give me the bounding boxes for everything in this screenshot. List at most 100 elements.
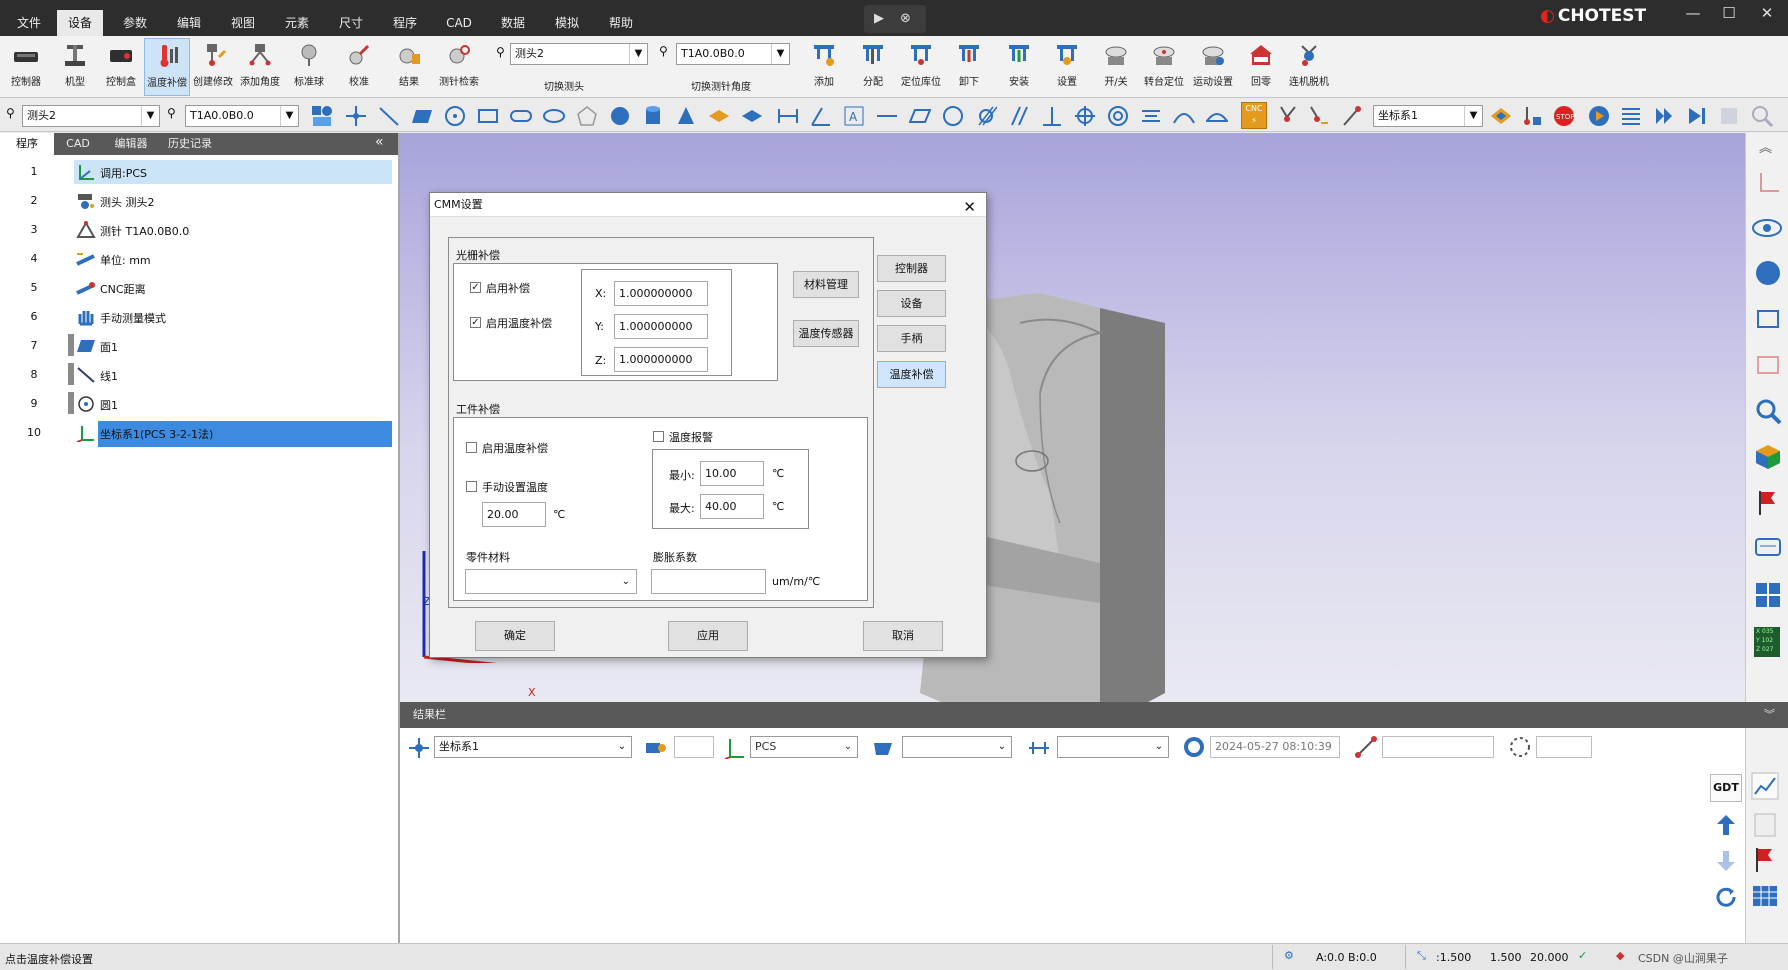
program-row[interactable]: 5 CNC距离 xyxy=(0,274,398,302)
menu-simulate[interactable]: 模拟 xyxy=(544,0,590,36)
gdt-button[interactable]: GDT xyxy=(1710,774,1742,802)
cursor-icon[interactable]: ▶ xyxy=(874,5,884,33)
roundness-icon[interactable] xyxy=(942,105,964,127)
result-workplane-combo[interactable]: ⌄ xyxy=(902,736,1012,758)
program-row[interactable]: 1 调用:PCS xyxy=(0,158,398,186)
close-icon[interactable]: ✕ xyxy=(963,195,976,219)
cancel-button[interactable]: 取消 xyxy=(863,621,943,651)
stylus-search-button[interactable]: 测针检索 xyxy=(436,38,482,96)
torus-icon[interactable] xyxy=(708,105,730,127)
probe-move-icon[interactable] xyxy=(1307,105,1329,127)
manual-temp-checkbox[interactable] xyxy=(466,481,477,492)
polygon-icon[interactable] xyxy=(576,105,598,127)
refresh-icon[interactable] xyxy=(1713,884,1739,910)
slot-icon[interactable] xyxy=(510,105,532,127)
result-pcs-combo[interactable]: PCS ⌄ xyxy=(750,736,858,758)
close-window-button[interactable]: ✕ xyxy=(1752,4,1782,22)
locate-slot-button[interactable]: 定位库位 xyxy=(898,38,944,96)
program-row[interactable]: 9 圆1 xyxy=(0,390,398,418)
result-points-input[interactable] xyxy=(1536,736,1592,758)
toolbar-tip-combo[interactable]: T1A0.0B0.0 ▼ xyxy=(185,105,299,127)
coord-system-combo[interactable]: 坐标系1 ▼ xyxy=(1373,105,1483,127)
menu-device[interactable]: 设备 xyxy=(57,10,103,36)
zoom-off-icon[interactable] xyxy=(1751,105,1773,127)
cube-view-icon[interactable] xyxy=(1754,443,1782,471)
tab-editor[interactable]: 编辑器 xyxy=(106,133,156,155)
flag-icon[interactable] xyxy=(1751,846,1779,874)
result-dimension-input[interactable] xyxy=(1382,736,1494,758)
result-value-input[interactable] xyxy=(674,736,714,758)
minimize-button[interactable]: — xyxy=(1678,4,1708,22)
collapse-up-icon[interactable]: ︽ xyxy=(1759,137,1772,156)
tip-angle-combo[interactable]: T1A0.0B0.0 ▼ xyxy=(676,43,790,65)
fit-view-icon[interactable] xyxy=(1754,305,1782,333)
probe-point-icon[interactable] xyxy=(1340,105,1362,127)
concentricity-icon[interactable] xyxy=(1107,105,1129,127)
arrow-down-icon[interactable] xyxy=(1713,848,1739,874)
zoom-icon[interactable] xyxy=(1754,397,1782,425)
cylinder-icon[interactable] xyxy=(642,105,664,127)
tab-program[interactable]: 程序 xyxy=(0,133,54,155)
probe-toggle-icon[interactable] xyxy=(1521,105,1543,127)
comment-icon[interactable] xyxy=(1754,535,1782,563)
stop-square-icon[interactable] xyxy=(1718,105,1740,127)
angle-icon[interactable] xyxy=(810,105,832,127)
line-profile-icon[interactable] xyxy=(1173,105,1195,127)
table-icon[interactable] xyxy=(1751,882,1779,910)
chart-icon[interactable] xyxy=(1751,772,1779,800)
add-button[interactable]: 添加 xyxy=(801,38,847,96)
program-row[interactable]: 4 单位: mm xyxy=(0,245,398,273)
run-icon[interactable] xyxy=(1588,105,1610,127)
max-temp-input[interactable]: 40.00 xyxy=(700,494,764,519)
menu-file[interactable]: 文件 xyxy=(8,0,50,36)
menu-params[interactable]: 参数 xyxy=(112,0,158,36)
text-label-icon[interactable]: A xyxy=(843,105,865,127)
menu-edit[interactable]: 编辑 xyxy=(166,0,212,36)
cone-icon[interactable] xyxy=(675,105,697,127)
symmetry-icon[interactable] xyxy=(1140,105,1162,127)
clipboard-icon[interactable] xyxy=(1751,810,1779,838)
shaded-sphere-icon[interactable] xyxy=(1754,259,1782,287)
collapse-panel-icon[interactable]: « xyxy=(375,134,384,150)
program-row[interactable]: 10 坐标系1(PCS 3-2-1法) xyxy=(0,419,398,447)
coordinate-readout-icon[interactable]: X 035 Y 102 Z 027 xyxy=(1754,627,1780,657)
y-scale-input[interactable]: 1.000000000 xyxy=(614,314,708,339)
home-button[interactable]: 回零 xyxy=(1238,38,1284,96)
on-off-button[interactable]: 开/关 xyxy=(1093,38,1139,96)
cnc-icon[interactable]: CNC ⚡ xyxy=(1241,102,1267,129)
unload-button[interactable]: 卸下 xyxy=(946,38,992,96)
control-box-button[interactable]: 控制盒 xyxy=(98,38,144,96)
maximize-button[interactable]: ☐ xyxy=(1714,4,1744,22)
ellipse-icon[interactable] xyxy=(543,105,565,127)
assign-button[interactable]: 分配 xyxy=(850,38,896,96)
online-offline-button[interactable]: 连机脱机 xyxy=(1286,38,1332,96)
menu-element[interactable]: 元素 xyxy=(274,0,320,36)
manual-temp-input[interactable]: 20.00 xyxy=(482,502,546,527)
flatness-icon[interactable] xyxy=(909,105,931,127)
eye-icon[interactable] xyxy=(1752,215,1782,241)
line-icon[interactable] xyxy=(378,105,400,127)
settings-button[interactable]: 设置 xyxy=(1044,38,1090,96)
apply-button[interactable]: 应用 xyxy=(668,621,748,651)
parallelism-icon[interactable] xyxy=(1008,105,1030,127)
enable-temp-comp-checkbox[interactable]: ✓ xyxy=(470,317,481,328)
multi-shape-icon[interactable] xyxy=(311,105,333,127)
tab-cad[interactable]: CAD xyxy=(58,133,98,155)
menu-cad[interactable]: CAD xyxy=(436,0,482,36)
probe-switch-combo[interactable]: 测头2 ▼ xyxy=(510,43,648,65)
reference-sphere-button[interactable]: 标准球 xyxy=(286,38,332,96)
expansion-coef-input[interactable] xyxy=(651,569,766,594)
machine-type-button[interactable]: 机型 xyxy=(52,38,98,96)
stop-icon[interactable]: STOP xyxy=(1553,105,1575,127)
flag-add-icon[interactable] xyxy=(1754,489,1782,517)
calibrate-button[interactable]: 校准 xyxy=(336,38,382,96)
program-row[interactable]: 3 测针 T1A0.0B0.0 xyxy=(0,216,398,244)
split-view-icon[interactable] xyxy=(1754,581,1782,609)
collapse-down-icon[interactable]: ︾ xyxy=(1764,702,1775,728)
skip-end-icon[interactable] xyxy=(1685,105,1707,127)
result-button[interactable]: 结果 xyxy=(386,38,432,96)
zoom-window-icon[interactable] xyxy=(1754,351,1782,379)
straightness-icon[interactable] xyxy=(876,105,898,127)
motion-settings-button[interactable]: 运动设置 xyxy=(1190,38,1236,96)
enable-comp-checkbox[interactable]: ✓ xyxy=(470,282,481,293)
